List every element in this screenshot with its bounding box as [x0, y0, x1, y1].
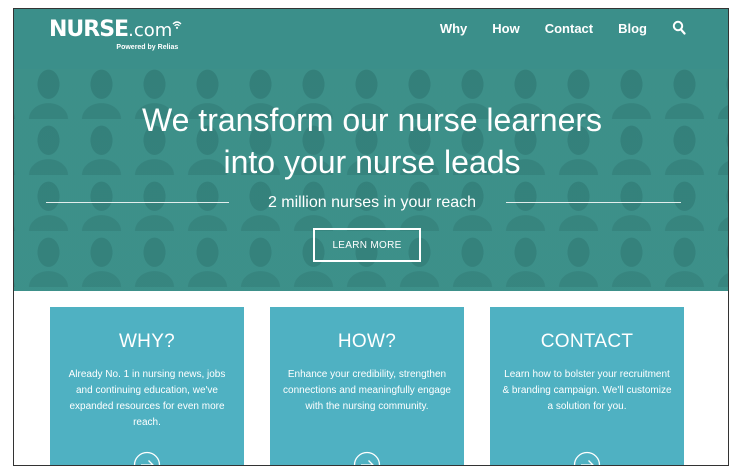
- main-nav: Why How Contact Blog: [415, 20, 686, 36]
- logo-main-text: NURSE: [49, 17, 129, 42]
- hero-subtitle: 2 million nurses in your reach: [267, 194, 477, 211]
- card-text: Learn how to bolster your recruitment & …: [502, 369, 672, 412]
- arrow-right-circle-icon[interactable]: [133, 451, 161, 466]
- arrow-right-circle-icon[interactable]: [573, 451, 601, 466]
- hero-title-line-1: We transform our nurse learners: [141, 102, 603, 138]
- hero-banner: We transform our nurse learners into you…: [14, 69, 728, 291]
- logo-suffix-text: .com: [128, 20, 173, 41]
- card-text: Enhance your credibility, strengthen con…: [283, 369, 451, 412]
- hero-divider-right: [506, 202, 681, 203]
- site-header: NURSE.com Powered by Relias Why How Cont…: [14, 9, 728, 69]
- card-title: HOW?: [337, 331, 397, 352]
- card-why: WHY? Already No. 1 in nursing news, jobs…: [50, 307, 244, 466]
- signal-icon: [172, 21, 182, 29]
- nav-blog[interactable]: Blog: [618, 21, 647, 36]
- learn-more-button[interactable]: LEARN MORE: [313, 228, 421, 262]
- search-icon[interactable]: [672, 20, 686, 36]
- nav-contact[interactable]: Contact: [545, 21, 593, 36]
- logo-wordmark: NURSE.com: [49, 18, 182, 43]
- logo-tagline: Powered by Relias: [116, 44, 179, 51]
- card-title: CONTACT: [540, 331, 634, 352]
- nav-why[interactable]: Why: [440, 21, 467, 36]
- feature-cards: WHY? Already No. 1 in nursing news, jobs…: [14, 291, 728, 466]
- card-contact: CONTACT Learn how to bolster your recrui…: [490, 307, 684, 466]
- arrow-right-circle-icon[interactable]: [353, 451, 381, 466]
- hero-title: We transform our nurse learners into you…: [14, 99, 728, 183]
- hero-subtitle-row: 2 million nurses in your reach: [14, 191, 728, 215]
- card-how: HOW? Enhance your credibility, strengthe…: [270, 307, 464, 466]
- hero-title-line-2: into your nurse leads: [223, 144, 521, 180]
- card-title: WHY?: [118, 331, 176, 352]
- page-frame: NURSE.com Powered by Relias Why How Cont…: [13, 8, 729, 466]
- card-text: Already No. 1 in nursing news, jobs and …: [68, 369, 226, 428]
- nav-how[interactable]: How: [492, 21, 519, 36]
- site-logo[interactable]: NURSE.com Powered by Relias: [49, 18, 182, 51]
